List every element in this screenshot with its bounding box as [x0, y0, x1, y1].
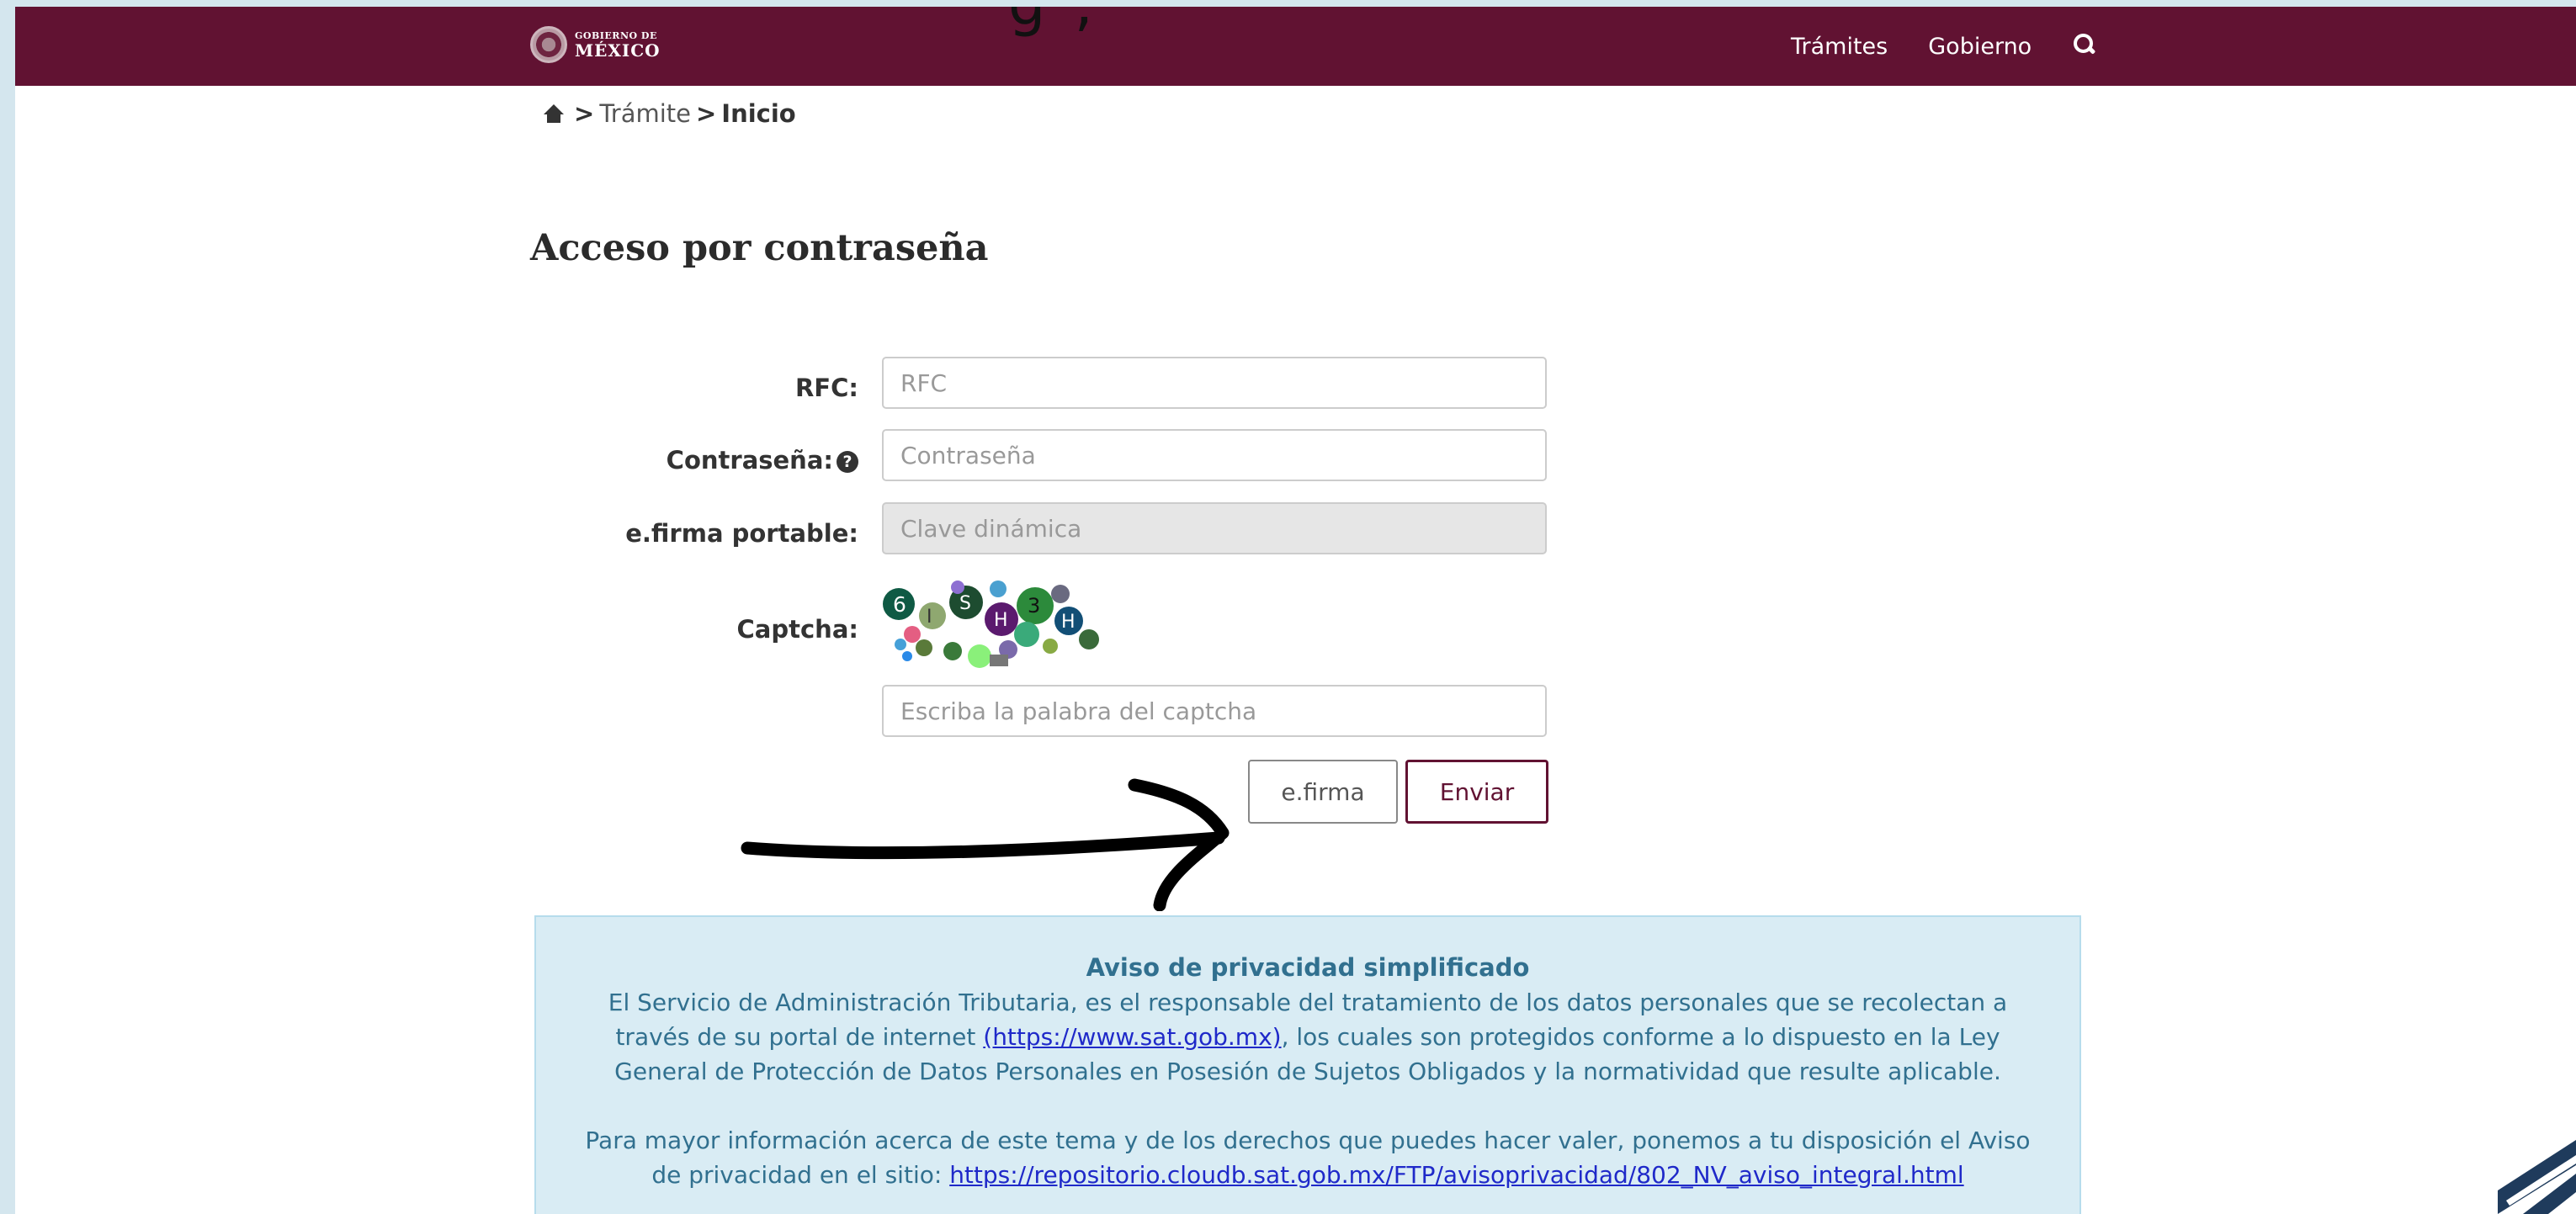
question-circle-icon[interactable]: ?: [837, 451, 858, 473]
logo-small-text: GOBIERNO DE: [575, 29, 657, 41]
captcha-image: 6 I S H 3 H: [883, 580, 1099, 668]
search-icon[interactable]: [2072, 32, 2101, 61]
efirma-portable-label: e.firma portable:: [625, 519, 858, 548]
password-label-row: Contraseña:?: [547, 446, 858, 474]
logo-big-text: MÉXICO: [575, 40, 661, 61]
sat-link[interactable]: (https://www.sat.gob.mx): [983, 1023, 1281, 1051]
privacy-paragraph-2: Para mayor información acerca de este te…: [570, 1123, 2046, 1192]
browser-viewport: GOBIERNO DE MÉXICO Trámites Gobierno g ,…: [15, 7, 2576, 1214]
svg-text:I: I: [927, 607, 932, 628]
nav-link-gobierno[interactable]: Gobierno: [1928, 34, 2032, 60]
corner-logo-icon: [2498, 1140, 2576, 1214]
home-icon[interactable]: [542, 103, 566, 125]
privacy-notice-title: Aviso de privacidad simplificado: [1086, 953, 1530, 982]
privacy-full-link[interactable]: https://repositorio.cloudb.sat.gob.mx/FT…: [949, 1161, 1963, 1189]
svg-text:3: 3: [1028, 594, 1040, 618]
submit-button[interactable]: Enviar: [1405, 760, 1548, 824]
captcha-input[interactable]: [882, 685, 1547, 737]
password-input[interactable]: [882, 429, 1547, 481]
breadcrumb-separator: >: [695, 99, 717, 128]
svg-text:H: H: [1061, 612, 1076, 633]
rfc-label: RFC:: [794, 374, 858, 402]
breadcrumb-item-inicio: Inicio: [721, 99, 796, 128]
efirma-button[interactable]: e.firma: [1248, 760, 1398, 824]
nav-link-tramites[interactable]: Trámites: [1791, 34, 1888, 60]
svg-text:H: H: [994, 610, 1008, 631]
dynamic-key-input: [882, 502, 1547, 554]
page-title: Acceso por contraseña: [530, 227, 989, 269]
svg-text:6: 6: [893, 592, 906, 617]
logo-text: GOBIERNO DE MÉXICO: [575, 31, 661, 59]
overlay-cut-text: g ,: [1008, 7, 1098, 39]
privacy-paragraph-1: El Servicio de Administración Tributaria…: [570, 985, 2046, 1089]
hand-drawn-arrow-icon: [741, 778, 1230, 911]
breadcrumb-item-tramite[interactable]: Trámite: [599, 99, 691, 128]
breadcrumb: > Trámite > Inicio: [542, 99, 796, 128]
gobierno-logo[interactable]: GOBIERNO DE MÉXICO: [530, 26, 661, 63]
privacy-notice: Aviso de privacidad simplificado El Serv…: [534, 915, 2081, 1214]
breadcrumb-separator: >: [574, 99, 595, 128]
seal-icon: [530, 26, 567, 63]
top-navbar: GOBIERNO DE MÉXICO Trámites Gobierno: [15, 7, 2576, 86]
svg-text:S: S: [959, 593, 971, 614]
password-label: Contraseña:: [666, 446, 833, 474]
captcha-label: Captcha:: [736, 615, 858, 644]
nav-links: Trámites Gobierno: [1791, 7, 2101, 86]
rfc-input[interactable]: [882, 357, 1547, 409]
